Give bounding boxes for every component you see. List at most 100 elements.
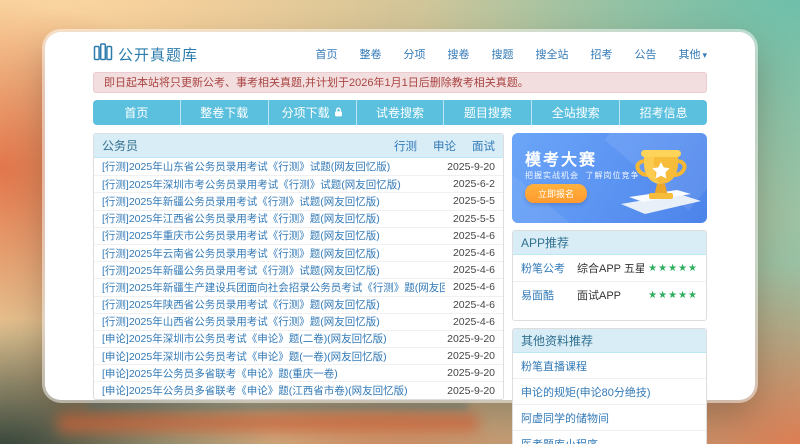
exam-row: [行测]2025年新疆公务员录用考试《行测》试题(网友回忆版) 2025-4-6 xyxy=(94,261,503,278)
nav-search-site[interactable]: 搜全站 xyxy=(535,46,568,62)
exam-row: [行测]2025年深圳市考公务员录用考试《行测》试题(网友回忆版) 2025-6-… xyxy=(94,175,503,192)
exam-date: 2025-5-5 xyxy=(452,212,495,225)
site-header: 公开真题库 首页 整卷 分项 搜卷 搜题 搜全站 招考 公告 其他 ▾ xyxy=(93,42,707,66)
exam-row: [行测]2025年新疆公务员录用考试《行测》试题(网友回忆版) 2025-5-5 xyxy=(94,192,503,209)
toolbar-question-search[interactable]: 题目搜索 xyxy=(443,100,531,125)
exam-row: [行测]2025年陕西省公务员录用考试《行测》题(网友回忆版) 2025-4-6 xyxy=(94,295,503,313)
nav-full-papers[interactable]: 整卷 xyxy=(359,46,381,62)
filter-shenlun[interactable]: 申论 xyxy=(433,138,456,154)
app-row: 易面酷 面试APP ★★★★★ xyxy=(513,281,706,308)
exam-row: [行测]2025年山东省公务员录用考试《行测》试题(网友回忆版) 2025-9-2… xyxy=(94,158,503,175)
app-recommend-panel: APP推荐 粉笔公考 综合APP 五星推荐 ★★★★★ 易面酷 面试APP ★★… xyxy=(512,230,707,321)
exam-link[interactable]: [行测]2025年陕西省公务员录用考试《行测》题(网友回忆版) xyxy=(102,297,445,312)
notice-banner: 即日起本站将只更新公考、事考相关真题,并计划于2026年1月1日后删除教考相关真… xyxy=(93,72,707,93)
nav-sections[interactable]: 分项 xyxy=(403,46,425,62)
exam-date: 2025-6-2 xyxy=(452,178,495,191)
exam-row: [申论]2025年深圳市公务员考试《申论》题(二卷)(网友回忆版) 2025-9-… xyxy=(94,329,503,347)
app-description: 面试APP xyxy=(577,290,622,302)
exam-list-panel: 公务员 行测 申论 面试 [行测]2025年山东省公务员录用考试《行测》试题(网… xyxy=(93,133,504,400)
exam-link[interactable]: [申论]2025年深圳市公务员考试《申论》题(一卷)(网友回忆版) xyxy=(102,349,439,364)
exam-date: 2025-9-20 xyxy=(447,367,495,380)
exam-row: [申论]2025年公务员多省联考《申论》题(江西省市卷)(网友回忆版) 2025-… xyxy=(94,381,503,398)
exam-link[interactable]: [行测]2025年新疆公务员录用考试《行测》试题(网友回忆版) xyxy=(102,194,445,209)
main-content: 公务员 行测 申论 面试 [行测]2025年山东省公务员录用考试《行测》试题(网… xyxy=(93,133,707,444)
exam-row: [申论]2025年公务员多省联考《申论》题(重庆一卷) 2025-9-20 xyxy=(94,364,503,381)
nav-other-dropdown[interactable]: 其他 ▾ xyxy=(678,46,707,62)
right-sidebar: 模考大赛 把握实战机会 了解岗位竞争 立即报名 APP推荐 粉笔公考 综合APP… xyxy=(512,133,707,444)
toolbar-section-download[interactable]: 分项下载 xyxy=(267,100,356,125)
site-logo[interactable]: 公开真题库 xyxy=(93,42,198,66)
exam-date: 2025-9-20 xyxy=(447,160,495,173)
nav-search-papers[interactable]: 搜卷 xyxy=(447,46,469,62)
toolbar-site-search[interactable]: 全站搜索 xyxy=(531,100,619,125)
exam-link[interactable]: [行测]2025年新疆生产建设兵团面向社会招录公务员考试《行测》题(网友回忆版) xyxy=(102,280,445,295)
resource-row: 阿虚同学的储物间 xyxy=(513,404,706,430)
resources-panel-header: 其他资料推荐 xyxy=(513,329,706,353)
resources-panel: 其他资料推荐 粉笔直播课程 申论的规矩(申论80分绝技) 阿虚同学的储物间 医考… xyxy=(512,328,707,444)
banner-title: 模考大赛 xyxy=(525,152,598,169)
exam-date: 2025-9-20 xyxy=(447,384,495,397)
exam-link[interactable]: [行测]2025年重庆市公务员录用考试《行测》题(网友回忆版) xyxy=(102,228,445,243)
nav-search-questions[interactable]: 搜题 xyxy=(491,46,513,62)
resources-panel-title: 其他资料推荐 xyxy=(521,334,594,348)
nav-announcements[interactable]: 公告 xyxy=(634,46,656,62)
exam-filters: 行测 申论 面试 xyxy=(394,138,495,154)
exam-date: 2025-4-6 xyxy=(452,264,495,277)
exam-panel-title: 公务员 xyxy=(102,139,139,153)
exam-row: [行测]2025年山西省公务员录用考试《行测》题(网友回忆版) 2025-4-6 xyxy=(94,312,503,330)
app-panel-title: APP推荐 xyxy=(521,236,570,250)
exam-link[interactable]: [申论]2025年公务员多省联考《申论》题(重庆一卷) xyxy=(102,366,439,381)
resource-link[interactable]: 申论的规矩(申论80分绝技) xyxy=(521,387,651,399)
exam-date: 2025-4-6 xyxy=(452,229,495,242)
toolbar-home[interactable]: 首页 xyxy=(93,100,180,125)
resource-link[interactable]: 粉笔直播课程 xyxy=(521,361,587,373)
exam-link[interactable]: [行测]2025年山西省公务员录用考试《行测》题(网友回忆版) xyxy=(102,314,445,329)
star-rating: ★★★★★ xyxy=(648,262,698,274)
resource-row: 粉笔直播课程 xyxy=(513,353,706,378)
exam-date: 2025-9-20 xyxy=(447,350,495,363)
exam-date: 2025-5-5 xyxy=(452,195,495,208)
app-description: 综合APP 五星推荐 xyxy=(577,263,645,275)
exam-link[interactable]: [行测]2025年云南省公务员录用考试《行测》题(网友回忆版) xyxy=(102,246,445,261)
nav-recruitment[interactable]: 招考 xyxy=(590,46,612,62)
banner-subtitle: 把握实战机会 了解岗位竞争 xyxy=(525,171,640,180)
exam-date: 2025-4-6 xyxy=(452,247,495,260)
exam-link[interactable]: [行测]2025年江西省公务员录用考试《行测》题(网友回忆版) xyxy=(102,211,445,226)
app-link-fenbi[interactable]: 粉笔公考 xyxy=(521,260,577,276)
toolbar-recruit-info[interactable]: 招考信息 xyxy=(619,100,707,125)
site-card: 公开真题库 首页 整卷 分项 搜卷 搜题 搜全站 招考 公告 其他 ▾ 即日起本站… xyxy=(45,32,755,444)
exam-row: [行测]2025年江西省公务员录用考试《行测》题(网友回忆版) 2025-5-5 xyxy=(94,209,503,227)
exam-link[interactable]: [行测]2025年新疆公务员录用考试《行测》试题(网友回忆版) xyxy=(102,263,445,278)
resource-link[interactable]: 阿虚同学的储物间 xyxy=(521,413,609,425)
logo-text: 公开真题库 xyxy=(118,46,199,64)
resource-link[interactable]: 医考题库小程序 xyxy=(521,439,598,444)
app-panel-header: APP推荐 xyxy=(513,231,706,255)
filter-mianshi[interactable]: 面试 xyxy=(472,138,495,154)
exam-date: 2025-9-20 xyxy=(447,332,495,345)
exam-panel-header: 公务员 行测 申论 面试 xyxy=(94,134,503,158)
filter-xingce[interactable]: 行测 xyxy=(394,138,417,154)
chevron-down-icon: ▾ xyxy=(702,50,707,60)
mock-contest-banner[interactable]: 模考大赛 把握实战机会 了解岗位竞争 立即报名 xyxy=(512,133,707,223)
main-toolbar: 首页 整卷下载 分项下载 试卷搜索 题目搜索 全站搜索 招考信息 xyxy=(93,100,707,125)
exam-date: 2025-4-6 xyxy=(452,298,495,311)
exam-link[interactable]: [申论]2025年深圳市公务员考试《申论》题(二卷)(网友回忆版) xyxy=(102,331,439,346)
resource-row: 申论的规矩(申论80分绝技) xyxy=(513,378,706,404)
resource-row: 医考题库小程序 xyxy=(513,430,706,444)
top-nav: 首页 整卷 分项 搜卷 搜题 搜全站 招考 公告 其他 ▾ xyxy=(315,46,707,62)
exam-date: 2025-4-6 xyxy=(452,281,495,294)
star-rating: ★★★★★ xyxy=(648,289,698,301)
toolbar-full-paper-download[interactable]: 整卷下载 xyxy=(179,100,268,125)
exam-date: 2025-4-6 xyxy=(452,315,495,328)
exam-row: [行测]2025年云南省公务员录用考试《行测》题(网友回忆版) 2025-4-6 xyxy=(94,243,503,261)
signup-button[interactable]: 立即报名 xyxy=(525,184,588,203)
app-link-yimianku[interactable]: 易面酷 xyxy=(521,287,577,303)
logo-books-icon xyxy=(93,42,113,66)
exam-link[interactable]: [行测]2025年山东省公务员录用考试《行测》试题(网友回忆版) xyxy=(102,159,439,174)
exam-row: [申论]2025年深圳市公务员考试《申论》题(一卷)(网友回忆版) 2025-9-… xyxy=(94,347,503,364)
exam-link[interactable]: [行测]2025年深圳市考公务员录用考试《行测》试题(网友回忆版) xyxy=(102,177,445,192)
toolbar-paper-search[interactable]: 试卷搜索 xyxy=(355,100,444,125)
exam-row: [行测]2025年新疆生产建设兵团面向社会招录公务员考试《行测》题(网友回忆版)… xyxy=(94,278,503,295)
exam-link[interactable]: [申论]2025年公务员多省联考《申论》题(江西省市卷)(网友回忆版) xyxy=(102,383,439,398)
nav-home[interactable]: 首页 xyxy=(315,46,337,62)
